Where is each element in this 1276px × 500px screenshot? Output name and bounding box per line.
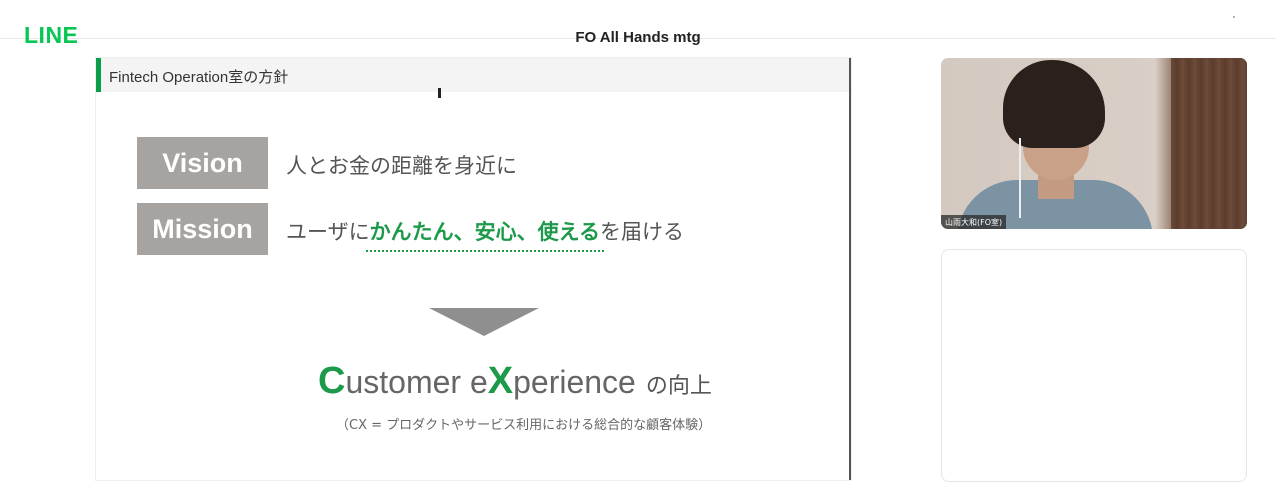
empty-video-panel — [941, 249, 1247, 482]
meeting-title: FO All Hands mtg — [575, 29, 701, 46]
down-arrow-icon — [429, 308, 539, 336]
mission-prefix: ユーザに — [286, 220, 370, 244]
cx-word-2: perience — [513, 364, 636, 400]
mission-statement: ユーザにかんたん、安心、使えるを届ける — [286, 216, 684, 246]
slide-header: Fintech Operation室の方針 — [96, 58, 849, 92]
cx-letter-c: C — [318, 360, 346, 402]
background-door — [1171, 58, 1247, 229]
cx-letter-x: X — [487, 360, 514, 402]
participant-name: 山雨大和(FO室) — [941, 215, 1007, 229]
top-bar: LINE FO All Hands mtg — [0, 0, 1276, 47]
mission-underline — [366, 250, 604, 252]
vision-tag: Vision — [137, 137, 268, 189]
participant-hair — [1003, 60, 1105, 148]
cx-note: （CX = プロダクトやサービス利用における総合的な顧客体験） — [336, 418, 712, 433]
slide-header-title: Fintech Operation室の方針 — [109, 69, 289, 86]
menu-dot-icon[interactable] — [1233, 16, 1235, 18]
earphone-cord — [1019, 138, 1021, 218]
cursor-mark — [438, 88, 441, 98]
vision-statement: 人とお金の距離を身近に — [286, 154, 517, 178]
cx-headline: Customer eXperience の向上 — [318, 360, 712, 403]
mission-suffix: を届ける — [599, 220, 684, 244]
participant-video[interactable]: 山雨大和(FO室) — [941, 58, 1247, 229]
mission-highlight: かんたん、安心、使える — [369, 220, 600, 244]
mission-tag: Mission — [137, 203, 268, 255]
cx-suffix: の向上 — [645, 374, 712, 399]
shared-slide: Fintech Operation室の方針 Vision 人とお金の距離を身近に… — [96, 58, 851, 480]
cx-word-1: ustomer e — [345, 364, 488, 400]
